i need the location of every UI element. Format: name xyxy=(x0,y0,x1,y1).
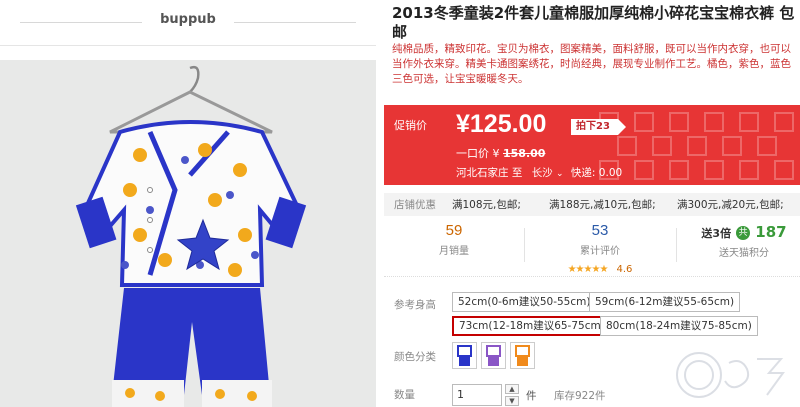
destination-label: 长沙 xyxy=(531,167,553,179)
shop-promotions: 店铺优惠 满108元,包邮; 满188元,减10元,包邮; 满300元,减20元… xyxy=(384,193,800,216)
stock-count: 库存922件 xyxy=(554,390,606,402)
original-price-row: 一口价 ¥ 158.00 xyxy=(456,145,545,161)
product-image[interactable] xyxy=(0,60,376,407)
points-label: 送天猫积分 xyxy=(719,248,769,259)
promo-price: ¥125.00 xyxy=(456,110,547,138)
ship-origin: 河北石家庄 xyxy=(456,167,509,179)
product-info: 2013冬季童装2件套儿童棉服加厚纯棉小碎花宝宝棉衣裤 包邮 纯棉品质，精致印花… xyxy=(384,0,800,407)
promo-label: 店铺优惠 xyxy=(394,199,436,211)
monthly-sales-label: 月销量 xyxy=(439,246,469,257)
gift-prefix: 送3倍 xyxy=(701,227,732,240)
points-value: 187 xyxy=(755,223,787,241)
price-label: 促销价 xyxy=(394,119,427,132)
promo-item: 满108元,包邮; xyxy=(452,199,521,211)
product-gallery: buppub xyxy=(0,0,376,407)
gift-badge-icon: 共 xyxy=(736,226,751,240)
promo-item: 满188元,减10元,包邮; xyxy=(549,199,656,211)
product-stats: 59 月销量 53 累计评价 ★★★★★ 4.6 送3倍 共 187 送天猫积分 xyxy=(384,222,800,277)
size-option[interactable]: 52cm(0-6m建议50-55cm) xyxy=(452,292,597,312)
color-label: 颜色分类 xyxy=(394,351,436,363)
destination-select[interactable]: 长沙 ⌄ xyxy=(532,167,567,179)
divider xyxy=(524,228,525,262)
divider xyxy=(676,228,677,262)
outfit-thumbnail-icon xyxy=(515,345,530,366)
rating-row: ★★★★★ 4.6 xyxy=(550,257,650,276)
review-label: 累计评价 xyxy=(580,246,620,257)
quantity-down-icon[interactable]: ▼ xyxy=(505,396,519,406)
review-count: 53 xyxy=(591,222,609,239)
quantity-up-icon[interactable]: ▲ xyxy=(505,384,519,394)
rating-value: 4.6 xyxy=(616,264,633,275)
quantity-input[interactable]: 1 xyxy=(452,384,502,406)
size-label: 参考身高 xyxy=(394,299,436,311)
quantity-label: 数量 xyxy=(394,389,415,401)
ship-to: 至 xyxy=(511,167,523,179)
monthly-sales-count: 59 xyxy=(445,222,463,239)
color-swatch-orange[interactable] xyxy=(510,342,535,369)
shipping-fee: 快递: 0.00 xyxy=(570,167,623,179)
quantity-unit: 件 xyxy=(526,390,537,402)
color-swatch-blue[interactable] xyxy=(452,342,477,369)
shop-header: buppub xyxy=(0,0,376,46)
watermark-logo xyxy=(676,352,785,398)
size-option[interactable]: 80cm(18-24m建议75-85cm) xyxy=(600,316,758,336)
shipping-row: 河北石家庄 至 长沙 ⌄ 快递: 0.00 xyxy=(456,165,622,180)
divider xyxy=(234,22,356,23)
outfit-thumbnail-icon xyxy=(486,345,501,366)
color-swatch-purple[interactable] xyxy=(481,342,506,369)
price-panel: 促销价 ¥125.00 拍下23 一口价 ¥ 158.00 河北石家庄 至 长沙… xyxy=(384,105,800,185)
promo-item: 满300元,减20元,包邮; xyxy=(677,199,784,211)
points: 送3倍 共 187 送天猫积分 xyxy=(689,222,799,259)
discount-badge: 拍下23 xyxy=(571,119,626,135)
original-price-label: 一口价 ¥ xyxy=(456,147,500,160)
product-title: 2013冬季童装2件套儿童棉服加厚纯棉小碎花宝宝棉衣裤 包邮 xyxy=(392,4,795,41)
points-row: 送3倍 共 187 xyxy=(689,222,799,241)
chevron-down-icon: ⌄ xyxy=(556,169,564,179)
reviews[interactable]: 53 累计评价 ★★★★★ 4.6 xyxy=(550,222,650,276)
original-price: 158.00 xyxy=(503,147,546,160)
shop-name[interactable]: buppub xyxy=(0,12,376,27)
monthly-sales: 59 月销量 xyxy=(404,222,504,257)
size-option-selected[interactable]: 73cm(12-18m建议65-75cm) xyxy=(452,316,612,336)
size-option[interactable]: 59cm(6-12m建议55-65cm) xyxy=(589,292,741,312)
product-subtitle: 纯棉品质，精致印花。宝贝为棉衣，图案精美，面料舒服，既可以当作内衣穿，也可以当作… xyxy=(392,43,791,85)
star-rating-icon: ★★★★★ xyxy=(567,264,609,275)
outfit-thumbnail-icon xyxy=(457,345,472,366)
